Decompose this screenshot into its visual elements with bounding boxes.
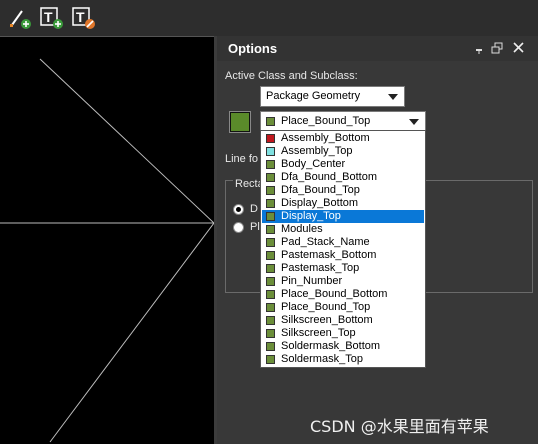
svg-text:T: T <box>76 9 85 25</box>
dropdown-item-label: Silkscreen_Bottom <box>281 314 373 326</box>
layer-color-swatch <box>266 277 275 286</box>
dropdown-item[interactable]: Silkscreen_Top <box>262 327 424 340</box>
layer-color-swatch <box>266 316 275 325</box>
pencil-plus-icon <box>10 10 31 29</box>
dropdown-item[interactable]: Pad_Stack_Name <box>262 236 424 249</box>
dropdown-item-label: Place_Bound_Top <box>281 301 371 313</box>
toolbar: T T <box>0 0 538 36</box>
dropdown-item-label: Dfa_Bound_Bottom <box>281 171 378 183</box>
dropdown-item-label: Dfa_Bound_Top <box>281 184 360 196</box>
text-plus-icon: T <box>40 7 63 29</box>
subclass-dropdown[interactable]: Place_Bound_Top <box>260 111 426 132</box>
dropdown-item[interactable]: Assembly_Bottom <box>262 132 424 145</box>
dropdown-item-label: Soldermask_Bottom <box>281 340 381 352</box>
class-dropdown[interactable]: Package Geometry <box>260 86 405 107</box>
dropdown-item-label: Place_Bound_Bottom <box>281 288 388 300</box>
float-icon[interactable] <box>489 40 505 56</box>
layer-color-swatch <box>266 264 275 273</box>
subclass-color-swatch <box>266 117 275 126</box>
crosshair-lines <box>0 58 214 443</box>
layer-color-swatch <box>266 225 275 234</box>
layer-color-swatch <box>266 251 275 260</box>
layer-color-swatch <box>266 238 275 247</box>
layer-color-swatch <box>266 212 275 221</box>
dropdown-item-label: Pad_Stack_Name <box>281 236 370 248</box>
radio-option-1-label: D <box>250 203 258 215</box>
panel-title: Options <box>228 41 278 56</box>
layer-color-swatch <box>266 303 275 312</box>
dropdown-item[interactable]: Display_Top <box>262 210 424 223</box>
dropdown-item-label: Body_Center <box>281 158 346 170</box>
layer-color-swatch <box>266 355 275 364</box>
dropdown-item-label: Display_Top <box>281 210 341 222</box>
dropdown-item[interactable]: Dfa_Bound_Bottom <box>262 171 424 184</box>
watermark: CSDN @水果里面有苹果 <box>310 417 489 436</box>
dropdown-item[interactable]: Modules <box>262 223 424 236</box>
line-font-label: Line fo <box>225 153 259 165</box>
dropdown-item[interactable]: Silkscreen_Bottom <box>262 314 424 327</box>
dropdown-item[interactable]: Place_Bound_Bottom <box>262 288 424 301</box>
chevron-down-icon <box>409 119 419 125</box>
dropdown-item[interactable]: Display_Bottom <box>262 197 424 210</box>
dropdown-item-label: Pin_Number <box>281 275 343 287</box>
layer-color-swatch <box>266 329 275 338</box>
add-line-tool[interactable] <box>8 5 34 31</box>
text-edit-icon: T <box>72 7 95 29</box>
subclass-value: Place_Bound_Top <box>281 115 371 127</box>
add-text-tool[interactable]: T <box>39 5 65 31</box>
layer-color-swatch <box>266 173 275 182</box>
dropdown-item-label: Assembly_Bottom <box>281 132 370 144</box>
layer-color-swatch <box>266 290 275 299</box>
radio-option-1[interactable] <box>233 204 244 215</box>
dropdown-item-label: Pastemask_Bottom <box>281 249 377 261</box>
dropdown-item-label: Silkscreen_Top <box>281 327 356 339</box>
dropdown-item[interactable]: Body_Center <box>262 158 424 171</box>
dropdown-item[interactable]: Soldermask_Bottom <box>262 340 424 353</box>
layer-color-swatch <box>266 147 275 156</box>
layer-color-swatch <box>266 186 275 195</box>
pin-icon[interactable] <box>471 40 487 56</box>
active-color-swatch[interactable] <box>229 111 251 133</box>
design-canvas[interactable] <box>0 36 214 444</box>
dropdown-item-label: Modules <box>281 223 323 235</box>
dropdown-item-label: Pastemask_Top <box>281 262 360 274</box>
subclass-dropdown-list: Assembly_Bottom Assembly_Top Body_Center Df… <box>260 130 426 368</box>
dropdown-item[interactable]: Pastemask_Bottom <box>262 249 424 262</box>
dropdown-item[interactable]: Pin_Number <box>262 275 424 288</box>
dropdown-item[interactable]: Place_Bound_Top <box>262 301 424 314</box>
panel-header: Options <box>217 36 538 61</box>
dropdown-item-label: Display_Bottom <box>281 197 359 209</box>
layer-color-swatch <box>266 160 275 169</box>
layer-color-swatch <box>266 134 275 143</box>
dropdown-item[interactable]: Pastemask_Top <box>262 262 424 275</box>
dropdown-item-label: Soldermask_Top <box>281 353 363 365</box>
radio-option-2[interactable] <box>233 222 244 233</box>
radio-option-2-label: Pl <box>250 221 260 233</box>
layer-color-swatch <box>266 342 275 351</box>
chevron-down-icon <box>388 94 398 100</box>
dropdown-item[interactable]: Dfa_Bound_Top <box>262 184 424 197</box>
active-class-label: Active Class and Subclass: <box>225 70 358 82</box>
dropdown-item[interactable]: Soldermask_Top <box>262 353 424 366</box>
class-value: Package Geometry <box>266 90 361 102</box>
layer-color-swatch <box>266 199 275 208</box>
svg-text:T: T <box>44 9 53 25</box>
close-icon[interactable] <box>511 40 527 56</box>
dropdown-item-label: Assembly_Top <box>281 145 353 157</box>
edit-text-tool[interactable]: T <box>71 5 97 31</box>
dropdown-item[interactable]: Assembly_Top <box>262 145 424 158</box>
